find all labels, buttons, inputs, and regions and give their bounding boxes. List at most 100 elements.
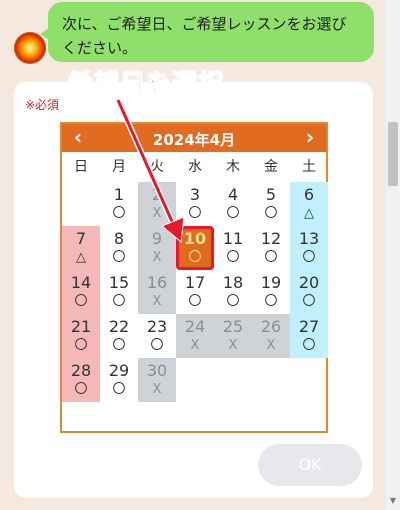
availability-mark: 〇 <box>302 294 316 309</box>
availability-mark: 〇 <box>74 382 88 397</box>
calendar-day[interactable]: 6 △ <box>290 182 328 226</box>
availability-mark: △ <box>304 206 314 221</box>
day-number: 7 <box>75 229 87 248</box>
day-number: 25 <box>222 317 244 336</box>
day-number: 23 <box>146 317 168 336</box>
calendar-day[interactable]: 8〇 <box>100 226 138 270</box>
day-number: 21 <box>70 317 92 336</box>
day-number: 16 <box>146 273 168 292</box>
availability-mark: X <box>152 294 162 309</box>
day-number: 27 <box>298 317 320 336</box>
day-number: 3 <box>189 185 201 204</box>
calendar-day[interactable]: 29 〇 <box>100 358 138 402</box>
calendar-day[interactable]: 12 〇 <box>252 226 290 270</box>
day-number: 15 <box>108 273 130 292</box>
day-number: 29 <box>108 361 130 380</box>
availability-mark: 〇 <box>264 206 278 221</box>
availability-mark: 〇 <box>112 294 126 309</box>
day-number: 22 <box>108 317 130 336</box>
day-number: 24 <box>184 317 206 336</box>
calendar-day[interactable]: 21 〇 <box>62 314 100 358</box>
availability-mark: 〇 <box>188 206 202 221</box>
chat-message-bubble: 次に、ご希望日、ご希望レッスンをお選びください。 <box>40 2 374 62</box>
availability-mark: 〇 <box>226 294 240 309</box>
calendar-day[interactable]: 14 〇 <box>62 270 100 314</box>
calendar-day[interactable]: 20 〇 <box>290 270 328 314</box>
availability-mark: △ <box>76 250 86 265</box>
availability-mark: 〇 <box>264 250 278 265</box>
calendar-header: ‹ 2024年4月 › <box>62 124 326 152</box>
ok-button[interactable]: OK <box>258 444 362 486</box>
calendar-day: 26 X <box>252 314 290 358</box>
calendar: ‹ 2024年4月 › 日月火水木金土 1 〇 2 X 3 〇 4 〇 5 〇 6 △ 7 △ 8 〇 9 X 10 〇… <box>60 122 328 433</box>
calendar-day-selected[interactable]: 10 〇 <box>176 226 214 270</box>
weekday-header: 木 <box>226 159 240 175</box>
calendar-day: 30 X <box>138 358 176 402</box>
calendar-day[interactable]: 1〇 <box>100 182 138 226</box>
availability-mark: 〇 <box>302 338 316 353</box>
availability-mark: 〇 <box>112 338 126 353</box>
day-number: 30 <box>146 361 168 380</box>
calendar-day[interactable]: 3〇 <box>176 182 214 226</box>
day-number: 9 <box>151 229 163 248</box>
availability-mark: 〇 <box>112 382 126 397</box>
next-month-icon[interactable]: › <box>298 126 322 150</box>
availability-mark: X <box>190 338 200 353</box>
day-number: 4 <box>227 185 239 204</box>
calendar-day[interactable]: 23 〇 <box>138 314 176 358</box>
calendar-day: 9X <box>138 226 176 270</box>
day-number: 1 <box>113 185 125 204</box>
calendar-day[interactable]: 27 〇 <box>290 314 328 358</box>
scroll-down-icon[interactable]: ▼ <box>388 496 398 506</box>
day-number: 11 <box>222 229 244 248</box>
calendar-day[interactable]: 17 〇 <box>176 270 214 314</box>
availability-mark: 〇 <box>302 250 316 265</box>
availability-mark: X <box>266 338 276 353</box>
availability-mark: 〇 <box>226 206 240 221</box>
availability-mark: 〇 <box>188 250 202 265</box>
weekday-header: 月 <box>112 159 126 175</box>
calendar-day: 16 X <box>138 270 176 314</box>
day-number: 13 <box>298 229 320 248</box>
scrollbar[interactable] <box>386 0 400 510</box>
calendar-day: 2X <box>138 182 176 226</box>
calendar-title: 2024年4月 <box>152 131 236 149</box>
availability-mark: 〇 <box>74 338 88 353</box>
day-number: 17 <box>184 273 206 292</box>
day-number: 6 <box>303 185 315 204</box>
day-number: 8 <box>113 229 125 248</box>
availability-mark: 〇 <box>264 294 278 309</box>
calendar-day[interactable]: 5〇 <box>252 182 290 226</box>
day-number: 12 <box>260 229 282 248</box>
scrollbar-thumb[interactable] <box>388 122 398 186</box>
calendar-day[interactable]: 18 〇 <box>214 270 252 314</box>
availability-mark: X <box>152 382 162 397</box>
availability-mark: 〇 <box>188 294 202 309</box>
day-number: 10 <box>183 229 207 248</box>
day-number: 20 <box>298 273 320 292</box>
availability-mark: 〇 <box>74 294 88 309</box>
calendar-day[interactable]: 4〇 <box>214 182 252 226</box>
calendar-day: 24 X <box>176 314 214 358</box>
calendar-day[interactable]: 11 〇 <box>214 226 252 270</box>
calendar-day[interactable]: 13 〇 <box>290 226 328 270</box>
weekday-header: 土 <box>302 159 316 175</box>
calendar-day[interactable]: 7 △ <box>62 226 100 270</box>
calendar-day[interactable]: 28 〇 <box>62 358 100 402</box>
availability-mark: X <box>152 206 162 221</box>
calendar-day[interactable]: 19 〇 <box>252 270 290 314</box>
day-number: 14 <box>70 273 92 292</box>
availability-mark: 〇 <box>226 250 240 265</box>
day-number: 5 <box>265 185 277 204</box>
required-label: ※必須 <box>25 98 60 112</box>
day-number: 26 <box>260 317 282 336</box>
weekday-header: 日 <box>74 159 88 175</box>
day-number: 18 <box>222 273 244 292</box>
weekday-header: 水 <box>188 159 202 175</box>
calendar-day[interactable]: 22 〇 <box>100 314 138 358</box>
availability-mark: 〇 <box>150 338 164 353</box>
availability-mark: X <box>152 250 162 265</box>
calendar-day[interactable]: 15 〇 <box>100 270 138 314</box>
day-number: 2 <box>151 185 163 204</box>
availability-mark: X <box>228 338 238 353</box>
